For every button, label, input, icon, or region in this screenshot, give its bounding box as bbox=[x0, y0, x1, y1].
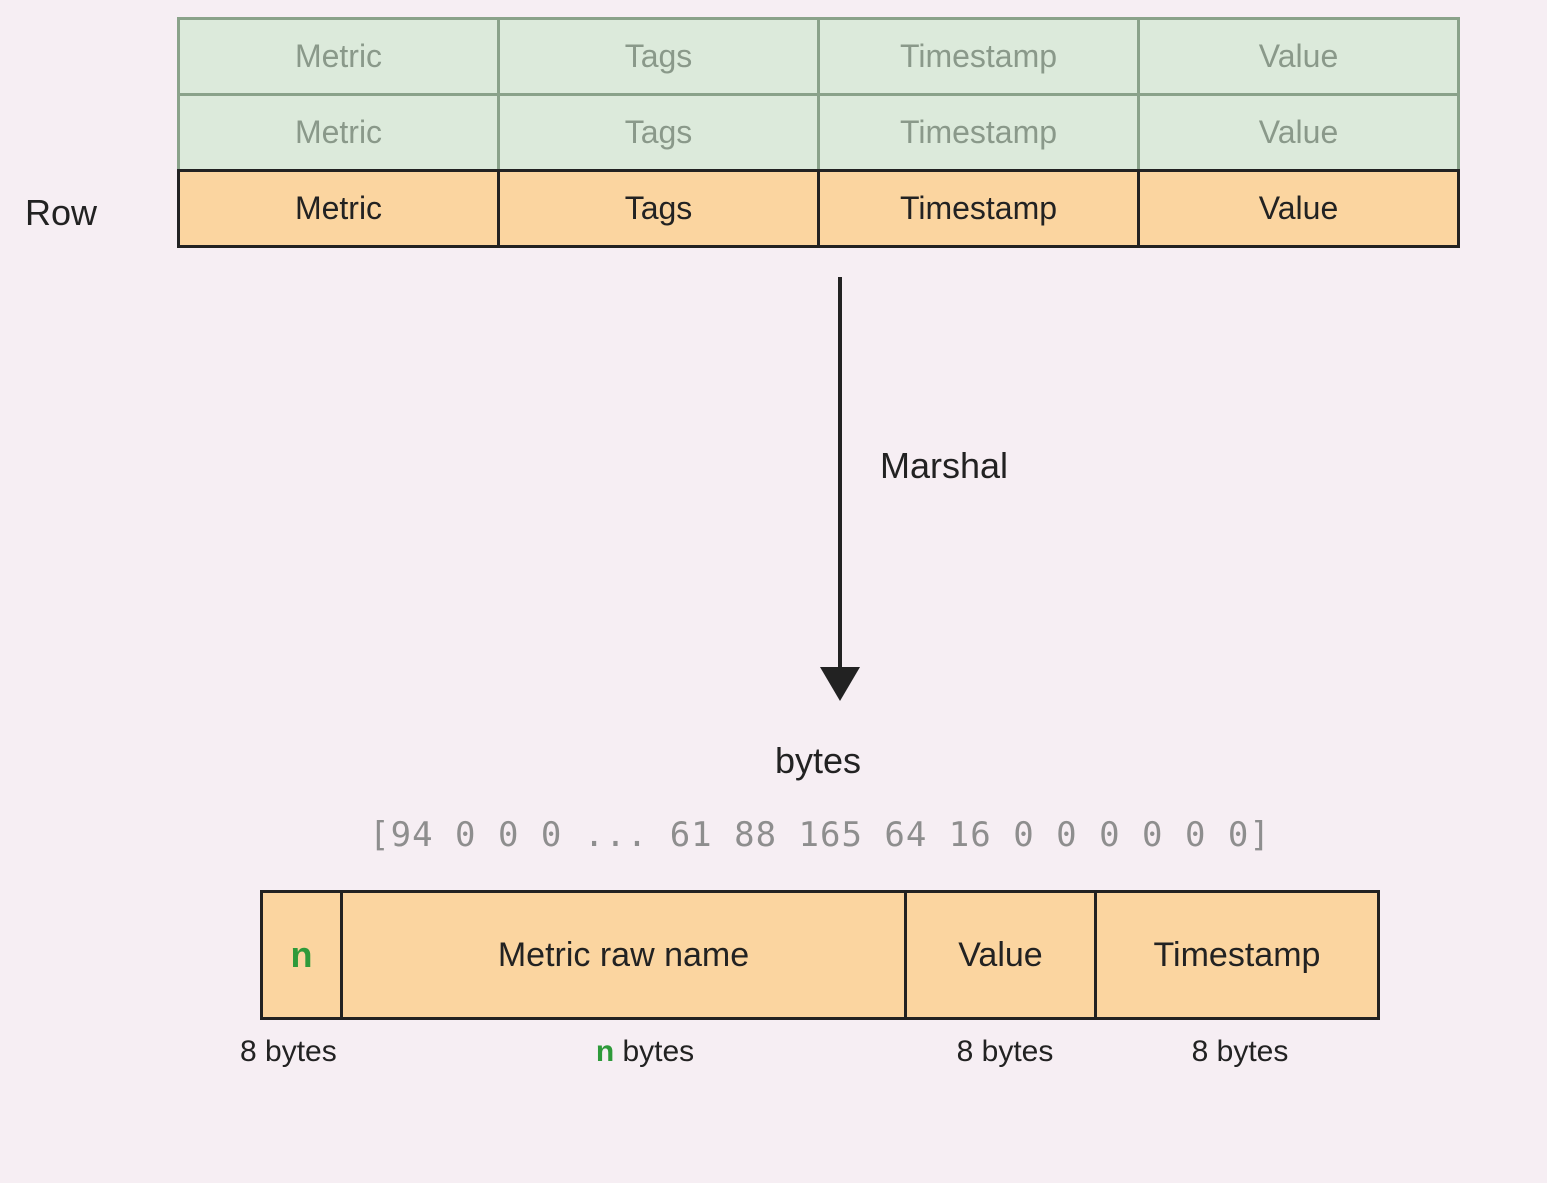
size-name: n bytes bbox=[380, 1035, 910, 1069]
arrow-down bbox=[810, 277, 870, 707]
cell-timestamp: Timestamp bbox=[817, 169, 1140, 248]
cell-metric: Metric bbox=[177, 17, 500, 96]
bytes-array: [94 0 0 0 ... 61 88 165 64 16 0 0 0 0 0 … bbox=[260, 815, 1380, 855]
cell-metric: Metric bbox=[177, 169, 500, 248]
byte-size-labels: 8 bytes n bytes 8 bytes 8 bytes bbox=[260, 1035, 1380, 1069]
size-name-suffix: bytes bbox=[614, 1035, 694, 1068]
table-row-active: Metric Tags Timestamp Value bbox=[180, 172, 1460, 248]
arrow-head-icon bbox=[820, 667, 860, 701]
size-n: 8 bytes bbox=[240, 1035, 380, 1069]
cell-tags: Tags bbox=[497, 93, 820, 172]
diagram-canvas: Row Metric Tags Timestamp Value Metric T… bbox=[0, 0, 1547, 1183]
segment-metric-name: Metric raw name bbox=[343, 893, 907, 1017]
row-stack: Metric Tags Timestamp Value Metric Tags … bbox=[180, 20, 1460, 248]
cell-tags: Tags bbox=[497, 17, 820, 96]
bytes-title: bytes bbox=[775, 740, 861, 782]
table-row-faded-1: Metric Tags Timestamp Value bbox=[180, 20, 1460, 96]
row-label: Row bbox=[25, 192, 97, 234]
cell-value: Value bbox=[1137, 17, 1460, 96]
cell-timestamp: Timestamp bbox=[817, 93, 1140, 172]
segment-timestamp: Timestamp bbox=[1097, 893, 1377, 1017]
cell-metric: Metric bbox=[177, 93, 500, 172]
arrow-line bbox=[838, 277, 842, 677]
segment-n: n bbox=[263, 893, 343, 1017]
cell-value: Value bbox=[1137, 169, 1460, 248]
size-name-n: n bbox=[596, 1035, 614, 1068]
size-value: 8 bytes bbox=[910, 1035, 1100, 1069]
segment-value: Value bbox=[907, 893, 1097, 1017]
cell-tags: Tags bbox=[497, 169, 820, 248]
arrow-label: Marshal bbox=[880, 445, 1008, 487]
byte-layout-bar: n Metric raw name Value Timestamp bbox=[260, 890, 1380, 1020]
size-timestamp: 8 bytes bbox=[1100, 1035, 1380, 1069]
cell-value: Value bbox=[1137, 93, 1460, 172]
table-row-faded-2: Metric Tags Timestamp Value bbox=[180, 96, 1460, 172]
cell-timestamp: Timestamp bbox=[817, 17, 1140, 96]
